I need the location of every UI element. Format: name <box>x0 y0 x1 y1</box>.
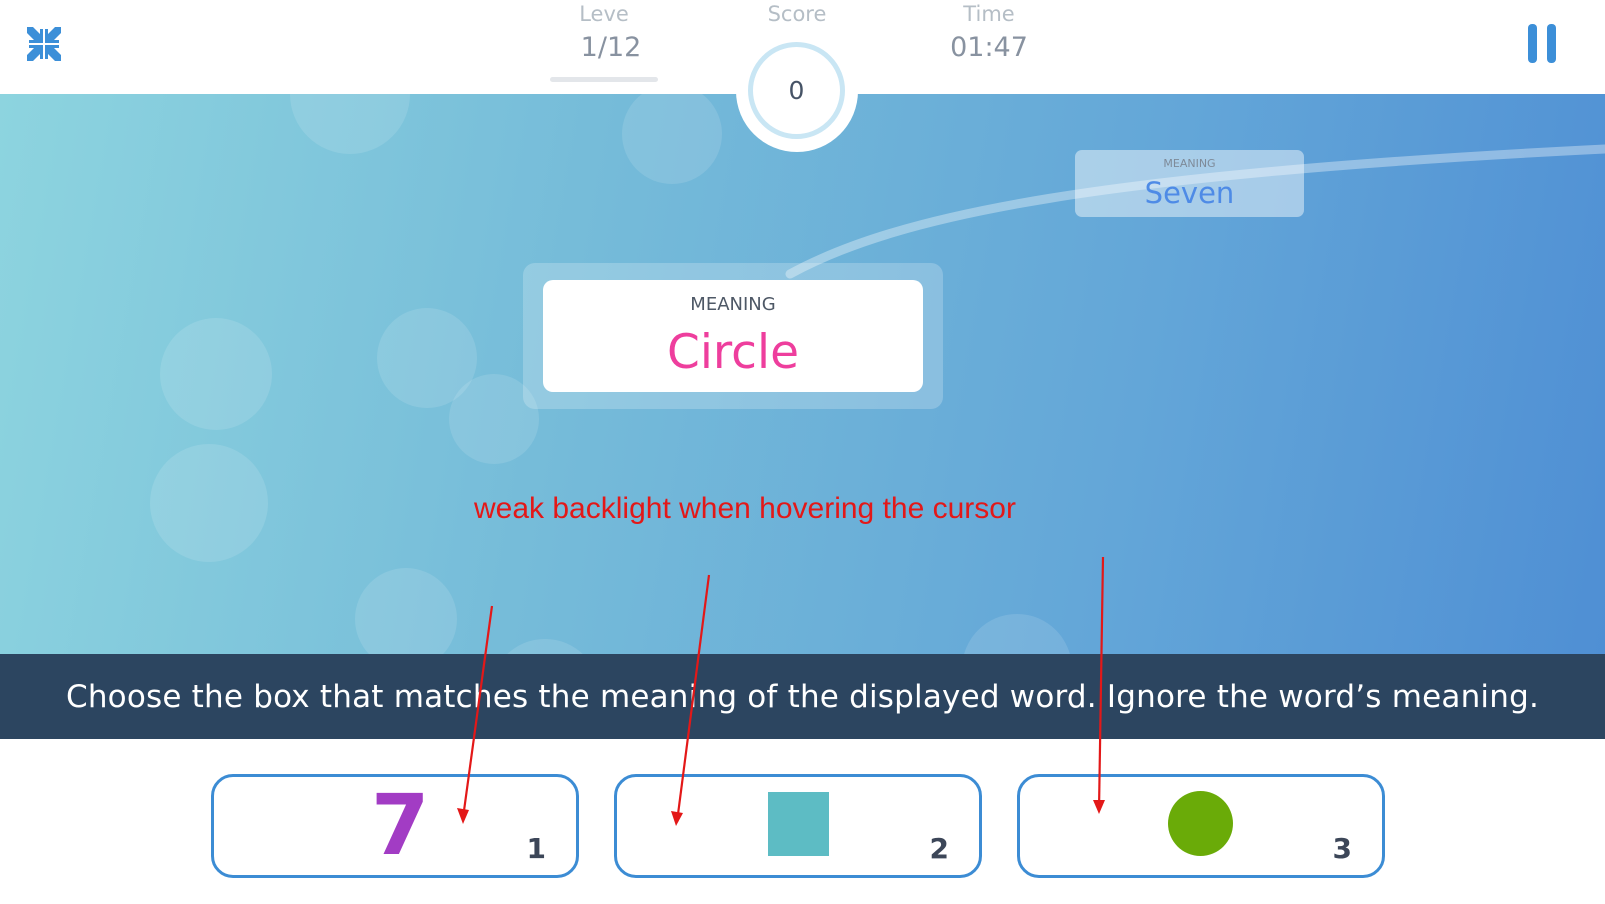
option-seven-glyph: 7 <box>371 776 430 874</box>
answer-option-square[interactable]: 2 <box>614 774 982 878</box>
annotation-note: weak backlight when hovering the cursor <box>474 492 1016 525</box>
instruction-bar: Choose the box that matches the meaning … <box>0 654 1605 739</box>
displayed-word: Circle <box>667 325 799 380</box>
square-shape-icon <box>768 792 829 856</box>
option-key-label: 3 <box>1332 832 1352 865</box>
collapse-icon <box>27 27 61 61</box>
instruction-text: Choose the box that matches the meaning … <box>65 678 1540 715</box>
collapse-button[interactable] <box>24 24 64 64</box>
score-label: Score <box>767 2 827 26</box>
level-progress-track <box>550 77 658 82</box>
pause-button[interactable] <box>1525 24 1561 64</box>
pause-icon <box>1525 24 1561 64</box>
score-badge: 0 <box>736 30 858 152</box>
incoming-card-label: MEANING <box>1163 157 1216 170</box>
option-key-label: 2 <box>929 832 949 865</box>
answer-option-circle[interactable]: 3 <box>1017 774 1385 878</box>
level-value: 1/12 <box>580 32 642 63</box>
incoming-word-card: MEANING Seven <box>1075 150 1304 217</box>
answer-option-seven[interactable]: 7 1 <box>211 774 579 878</box>
time-label: Time <box>963 2 1015 26</box>
game-area: MEANING Seven MEANING Circle <box>0 94 1605 654</box>
circle-shape-icon <box>1168 791 1233 856</box>
incoming-card-word: Seven <box>1144 176 1235 210</box>
time-value: 01:47 <box>950 32 1028 63</box>
option-key-label: 1 <box>526 832 546 865</box>
level-label: Leve <box>579 2 629 26</box>
word-card: MEANING Circle <box>543 280 923 392</box>
word-card-label: MEANING <box>690 294 776 315</box>
score-value: 0 <box>748 42 845 139</box>
